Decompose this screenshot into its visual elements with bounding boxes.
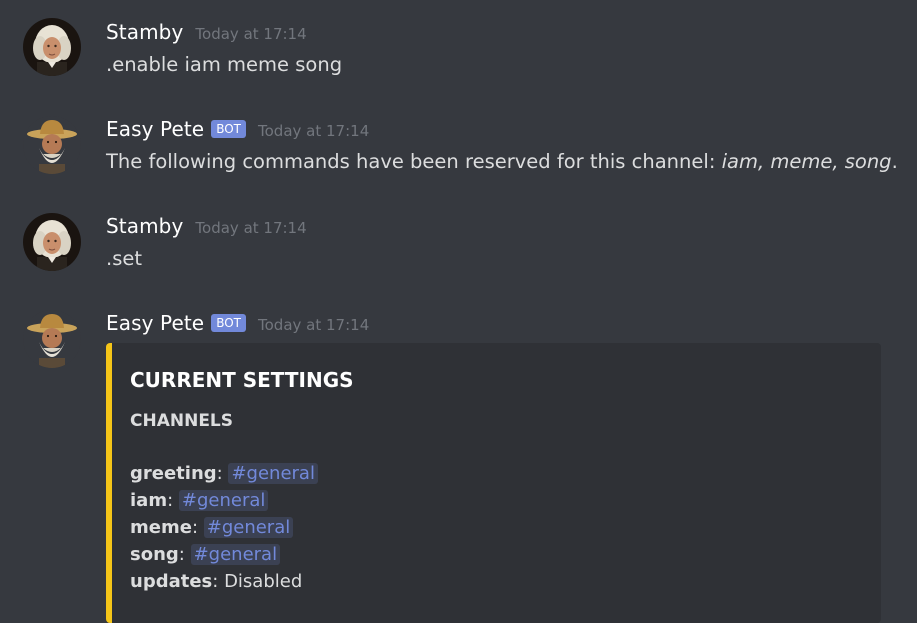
cowboy-old-man-icon	[23, 116, 81, 174]
setting-name: updates	[130, 571, 213, 592]
bot-tag: BOT	[211, 314, 247, 332]
message-header: Easy Pete BOT Today at 17:14	[106, 117, 369, 141]
message-text-suffix: .	[891, 150, 898, 173]
settings-embed: CURRENT SETTINGS CHANNELS greeting: #gen…	[106, 343, 881, 623]
username[interactable]: Easy Pete	[106, 311, 204, 335]
setting-separator: :	[216, 463, 229, 484]
timestamp: Today at 17:14	[258, 122, 370, 140]
avatar[interactable]	[23, 213, 81, 271]
channel-mention[interactable]: #general	[203, 517, 294, 538]
embed-title: CURRENT SETTINGS	[130, 368, 354, 392]
embed-section-heading: CHANNELS	[130, 411, 234, 431]
reserved-commands: iam, meme, song	[721, 150, 892, 173]
channel-mention[interactable]: #general	[228, 463, 318, 484]
channel-mention[interactable]: #general	[178, 490, 269, 511]
message-content: The following commands have been reserve…	[106, 150, 898, 173]
setting-row-song: song: #general	[130, 544, 281, 565]
message-header: Stamby Today at 17:14	[106, 214, 307, 238]
timestamp: Today at 17:14	[195, 25, 307, 43]
cowboy-old-man-icon	[23, 310, 81, 368]
bach-portrait-icon	[23, 213, 81, 271]
message-content: .set	[106, 247, 143, 270]
setting-separator: :	[167, 490, 179, 511]
message-text: The following commands have been reserve…	[106, 150, 722, 173]
setting-separator: :	[178, 544, 191, 565]
channel-mention[interactable]: #general	[190, 544, 281, 565]
setting-row-iam: iam: #general	[130, 490, 269, 511]
setting-row-updates: updates: Disabled	[130, 571, 302, 592]
timestamp: Today at 17:14	[195, 219, 307, 237]
username[interactable]: Easy Pete	[106, 117, 204, 141]
timestamp: Today at 17:14	[258, 316, 370, 334]
setting-separator: :	[212, 571, 225, 592]
setting-name: meme	[130, 517, 192, 538]
bach-portrait-icon	[23, 18, 81, 76]
message-content: .enable iam meme song	[106, 53, 343, 76]
setting-row-greeting: greeting: #general	[130, 463, 318, 484]
setting-name: iam	[130, 490, 168, 511]
setting-separator: :	[191, 517, 204, 538]
bot-tag: BOT	[211, 120, 247, 138]
setting-name: song	[130, 544, 179, 565]
username[interactable]: Stamby	[106, 20, 183, 44]
setting-name: greeting	[130, 463, 217, 484]
avatar[interactable]	[23, 310, 81, 368]
username[interactable]: Stamby	[106, 214, 183, 238]
setting-value: Disabled	[224, 571, 303, 592]
setting-row-meme: meme: #general	[130, 517, 294, 538]
message-header: Stamby Today at 17:14	[106, 20, 307, 44]
avatar[interactable]	[23, 116, 81, 174]
avatar[interactable]	[23, 18, 81, 76]
message-header: Easy Pete BOT Today at 17:14	[106, 311, 369, 335]
